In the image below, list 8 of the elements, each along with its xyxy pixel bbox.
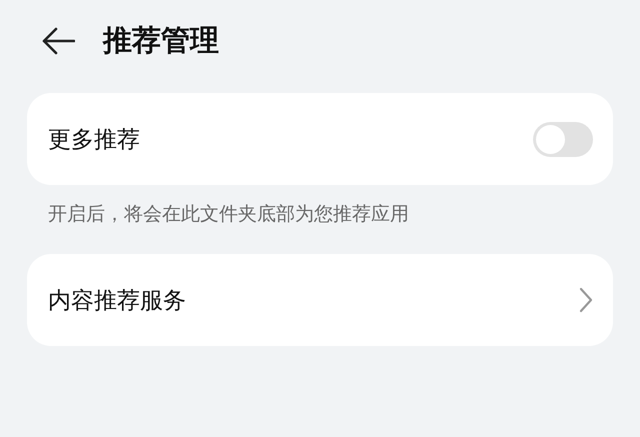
page-title: 推荐管理 [103, 22, 219, 59]
chevron-right-icon [579, 287, 593, 313]
back-arrow-icon[interactable] [41, 26, 75, 56]
setting-label: 更多推荐 [48, 126, 140, 154]
setting-description: 开启后，将会在此文件夹底部为您推荐应用 [47, 202, 410, 227]
setting-label: 内容推荐服务 [48, 286, 186, 316]
settings-card[interactable]: 内容推荐服务 [27, 254, 613, 346]
toggle-switch[interactable] [533, 122, 593, 156]
